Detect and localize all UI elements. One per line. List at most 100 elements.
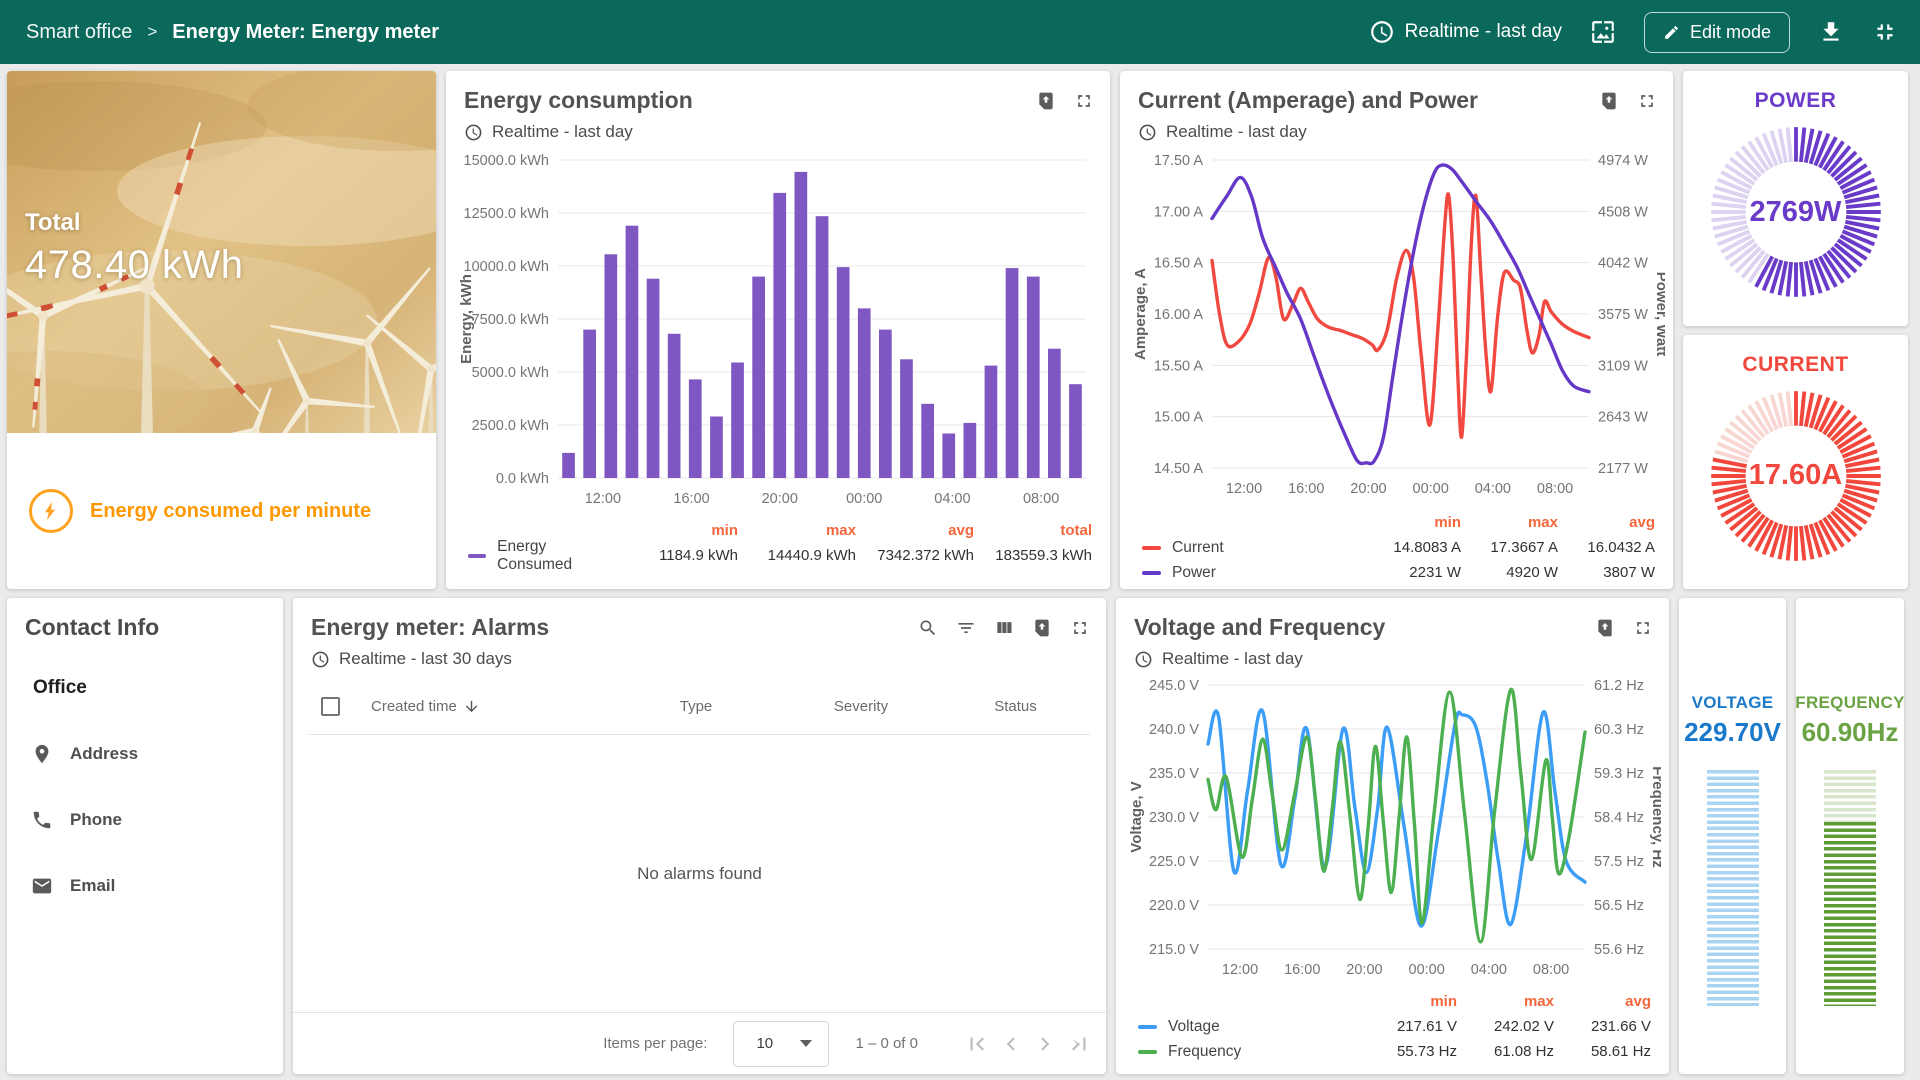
timewindow-label: Realtime - last day <box>1405 21 1562 43</box>
legend-min-value: 217.61 V <box>1360 1018 1457 1035</box>
svg-text:16.50 A: 16.50 A <box>1154 256 1204 272</box>
series-swatch <box>1138 1050 1157 1054</box>
sort-arrow-icon <box>463 698 480 715</box>
legend-series-toggle[interactable]: Energy Consumed <box>468 538 620 574</box>
svg-text:Energy, kWh: Energy, kWh <box>458 274 475 364</box>
svg-text:10000.0 kWh: 10000.0 kWh <box>464 259 549 275</box>
select-all-checkbox[interactable] <box>321 697 340 716</box>
expand-icon[interactable] <box>1633 618 1653 638</box>
widget-timewindow: Realtime - last day <box>492 122 633 142</box>
column-created-time[interactable]: Created time <box>371 698 611 715</box>
legend-row: Frequency 55.73 Hz 61.08 Hz 58.61 Hz <box>1138 1039 1651 1064</box>
svg-text:57.5 Hz: 57.5 Hz <box>1594 854 1644 870</box>
current-gauge-value: 17.60A <box>1705 385 1887 567</box>
last-page-icon[interactable] <box>1066 1031 1092 1057</box>
svg-text:20:00: 20:00 <box>1346 962 1382 978</box>
column-severity[interactable]: Severity <box>781 698 941 715</box>
legend-avg-value: 231.66 V <box>1554 1018 1651 1035</box>
legend-series-toggle[interactable]: Power <box>1142 564 1364 582</box>
svg-text:59.3 Hz: 59.3 Hz <box>1594 766 1644 782</box>
expand-icon[interactable] <box>1074 91 1094 111</box>
svg-text:20:00: 20:00 <box>1350 481 1386 497</box>
column-type[interactable]: Type <box>611 698 781 715</box>
voltage-frequency-chart[interactable]: 245.0 V61.2 Hz240.0 V60.3 Hz235.0 V59.3 … <box>1124 673 1661 985</box>
power-gauge-title: POWER <box>1755 89 1837 113</box>
export-icon[interactable] <box>1036 91 1056 111</box>
breadcrumb-dashboard[interactable]: Smart office <box>26 21 132 44</box>
clock-icon <box>1134 650 1153 669</box>
legend-series-toggle[interactable]: Voltage <box>1138 1018 1360 1036</box>
export-icon[interactable] <box>1032 618 1052 638</box>
legend-series-toggle[interactable]: Current <box>1142 539 1364 557</box>
columns-icon[interactable] <box>994 618 1014 638</box>
contact-address-item[interactable]: Address <box>31 743 265 765</box>
svg-text:61.2 Hz: 61.2 Hz <box>1594 678 1644 694</box>
svg-text:08:00: 08:00 <box>1023 491 1059 507</box>
svg-text:2500.0 kWh: 2500.0 kWh <box>472 418 549 434</box>
next-page-icon[interactable] <box>1032 1031 1058 1057</box>
series-swatch <box>1142 546 1161 550</box>
current-power-chart[interactable]: 17.50 A4974 W17.00 A4508 W16.50 A4042 W1… <box>1128 146 1665 506</box>
svg-text:20:00: 20:00 <box>762 491 798 507</box>
items-per-page-select[interactable]: 10 <box>733 1021 829 1067</box>
items-per-page-label: Items per page: <box>603 1035 707 1052</box>
svg-text:17.50 A: 17.50 A <box>1154 153 1204 169</box>
svg-text:220.0 V: 220.0 V <box>1149 898 1199 914</box>
contact-email-item[interactable]: Email <box>31 875 265 897</box>
search-icon[interactable] <box>918 618 938 638</box>
breadcrumb-separator: > <box>147 22 157 42</box>
svg-text:4974 W: 4974 W <box>1598 153 1648 169</box>
chart-legend: min max avg total Energy Consumed 1184.9… <box>446 514 1110 568</box>
svg-text:16.00 A: 16.00 A <box>1154 307 1204 323</box>
legend-series-toggle[interactable]: Frequency <box>1138 1043 1360 1061</box>
current-gauge-title: CURRENT <box>1742 353 1848 377</box>
download-icon[interactable] <box>1818 19 1844 45</box>
timewindow-button[interactable]: Realtime - last day <box>1369 19 1562 45</box>
svg-text:16:00: 16:00 <box>1284 962 1320 978</box>
previous-page-icon[interactable] <box>998 1031 1024 1057</box>
expand-icon[interactable] <box>1637 91 1657 111</box>
contact-email-label: Email <box>70 876 115 896</box>
legend-max-value: 61.08 Hz <box>1457 1043 1554 1060</box>
svg-text:17.00 A: 17.00 A <box>1154 204 1204 220</box>
svg-text:00:00: 00:00 <box>1413 481 1449 497</box>
svg-text:Power, Watt: Power, Watt <box>1653 272 1665 356</box>
svg-text:245.0 V: 245.0 V <box>1149 678 1199 694</box>
svg-text:0.0 kWh: 0.0 kWh <box>496 471 549 487</box>
svg-text:60.3 Hz: 60.3 Hz <box>1594 722 1644 738</box>
energy-consumption-chart[interactable]: 15000.0 kWh12500.0 kWh10000.0 kWh7500.0 … <box>454 146 1100 514</box>
legend-header-max: max <box>1461 514 1558 531</box>
export-icon[interactable] <box>1595 618 1615 638</box>
clock-icon <box>1369 19 1395 45</box>
svg-text:230.0 V: 230.0 V <box>1149 810 1199 826</box>
legend-row: Current 14.8083 A 17.3667 A 16.0432 A <box>1142 535 1655 560</box>
clock-icon <box>1138 123 1157 142</box>
location-pin-icon <box>31 743 53 765</box>
widget-timewindow: Realtime - last day <box>1162 649 1303 669</box>
collapse-fullscreen-icon[interactable] <box>1872 19 1898 45</box>
contact-address-label: Address <box>70 744 138 764</box>
svg-text:5000.0 kWh: 5000.0 kWh <box>472 365 549 381</box>
voltage-frequency-widget: Voltage and Frequency Realtime - last da… <box>1116 598 1669 1074</box>
contact-info-widget: Contact Info Office Address Phone Email <box>7 598 283 1074</box>
expand-icon[interactable] <box>1070 618 1090 638</box>
phone-icon <box>31 809 53 831</box>
filter-icon[interactable] <box>956 618 976 638</box>
contact-title: Contact Info <box>25 614 265 641</box>
legend-header-max: max <box>1457 993 1554 1010</box>
alarms-timewindow: Realtime - last 30 days <box>339 649 512 669</box>
svg-text:12:00: 12:00 <box>1222 962 1258 978</box>
contact-phone-label: Phone <box>70 810 122 830</box>
column-status[interactable]: Status <box>941 698 1090 715</box>
export-icon[interactable] <box>1599 91 1619 111</box>
first-page-icon[interactable] <box>964 1031 990 1057</box>
legend-row: Power 2231 W 4920 W 3807 W <box>1142 560 1655 585</box>
edit-mode-button[interactable]: Edit mode <box>1644 12 1790 53</box>
dashboard-image-icon[interactable] <box>1590 19 1616 45</box>
contact-phone-item[interactable]: Phone <box>31 809 265 831</box>
legend-total-value: 183559.3 kWh <box>974 547 1092 564</box>
widget-title: Energy consumption <box>464 87 693 114</box>
power-gauge-value: 2769W <box>1705 121 1887 303</box>
svg-text:14.50 A: 14.50 A <box>1154 461 1204 477</box>
svg-text:Amperage, A: Amperage, A <box>1132 268 1149 360</box>
